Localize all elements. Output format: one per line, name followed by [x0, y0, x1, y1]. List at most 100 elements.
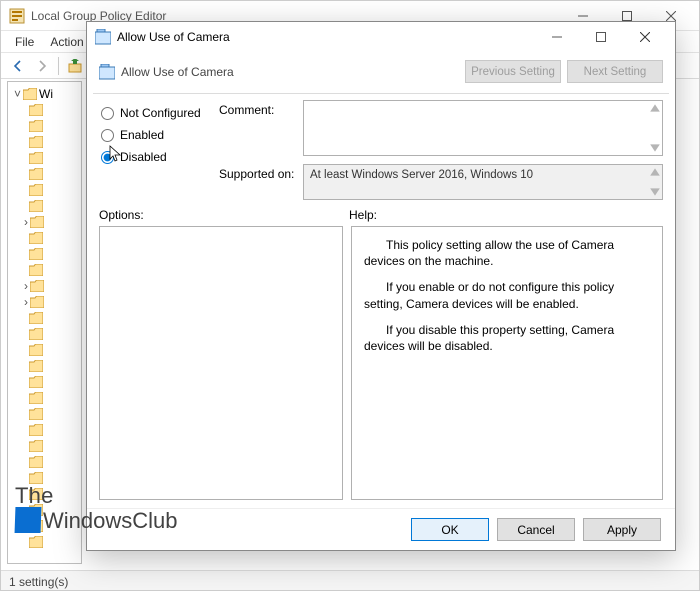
folder-icon: [29, 456, 43, 468]
scroll-up-icon[interactable]: [649, 166, 661, 178]
tree-folder-row[interactable]: [24, 246, 81, 262]
folder-icon: [29, 264, 43, 276]
policy-dialog: Allow Use of Camera Allow Use of Camera …: [86, 21, 676, 551]
gpe-status-text: 1 setting(s): [9, 575, 68, 589]
tree-folder-row[interactable]: [24, 358, 81, 374]
dialog-app-icon: [95, 29, 111, 45]
radio-not-configured-input[interactable]: [101, 107, 114, 120]
tree-folder-row[interactable]: [24, 118, 81, 134]
scroll-up-icon[interactable]: [649, 102, 661, 114]
folder-icon: [29, 152, 43, 164]
tree-folder-row[interactable]: [24, 262, 81, 278]
radio-group: Not Configured Enabled Disabled: [99, 100, 219, 200]
comment-textbox[interactable]: [303, 100, 663, 156]
tree-folder-row[interactable]: ›: [24, 294, 81, 310]
tree-folder-row[interactable]: [24, 502, 81, 518]
folder-icon: [29, 232, 43, 244]
dialog-window-title: Allow Use of Camera: [117, 30, 535, 44]
tree-root-label: Wi: [39, 87, 53, 101]
dialog-button-bar: OK Cancel Apply: [87, 508, 675, 550]
tree-folder-row[interactable]: [24, 422, 81, 438]
tree-folder-row[interactable]: [24, 390, 81, 406]
folder-icon: [29, 136, 43, 148]
tree-folder-row[interactable]: [24, 150, 81, 166]
help-pane: This policy setting allow the use of Cam…: [351, 226, 663, 500]
gpe-tree-panel[interactable]: ˅ Wi › › ›: [7, 81, 82, 564]
next-setting-button[interactable]: Next Setting: [567, 60, 663, 83]
tree-folder-row[interactable]: [24, 374, 81, 390]
radio-not-configured[interactable]: Not Configured: [99, 102, 219, 124]
toolbar-up-icon[interactable]: [64, 55, 86, 77]
radio-enabled-input[interactable]: [101, 129, 114, 142]
gpe-menu-action[interactable]: Action: [42, 34, 91, 50]
comment-scrollbar[interactable]: [648, 101, 662, 155]
pane-headers: Options: Help:: [87, 200, 675, 226]
folder-icon: [30, 296, 44, 308]
folder-icon: [29, 488, 43, 500]
tree-folder-row[interactable]: [24, 518, 81, 534]
cancel-button[interactable]: Cancel: [497, 518, 575, 541]
radio-disabled[interactable]: Disabled: [99, 146, 219, 168]
tree-caret-icon[interactable]: ˅: [14, 87, 21, 101]
gpe-menu-file[interactable]: File: [7, 34, 42, 50]
help-label: Help:: [349, 208, 377, 222]
dialog-minimize-button[interactable]: [535, 23, 579, 51]
apply-button[interactable]: Apply: [583, 518, 661, 541]
folder-icon: [29, 392, 43, 404]
panes-row: This policy setting allow the use of Cam…: [87, 226, 675, 508]
tree-folder-row[interactable]: [24, 326, 81, 342]
supported-scrollbar[interactable]: [648, 165, 662, 199]
folder-icon: [29, 520, 43, 532]
tree-folder-row[interactable]: [24, 166, 81, 182]
dialog-close-button[interactable]: [623, 23, 667, 51]
dialog-heading-row: Allow Use of Camera Previous Setting Nex…: [87, 52, 675, 93]
folder-icon: [30, 280, 44, 292]
scroll-down-icon[interactable]: [649, 186, 661, 198]
tree-folder-row[interactable]: [24, 182, 81, 198]
tree-folder-row[interactable]: ›: [24, 278, 81, 294]
options-label: Options:: [99, 208, 349, 222]
radio-enabled[interactable]: Enabled: [99, 124, 219, 146]
tree-caret-icon[interactable]: ›: [24, 295, 28, 309]
options-pane: [99, 226, 343, 500]
toolbar-forward-icon[interactable]: [31, 55, 53, 77]
help-paragraph-1: This policy setting allow the use of Cam…: [364, 237, 650, 269]
ok-button[interactable]: OK: [411, 518, 489, 541]
folder-icon: [29, 200, 43, 212]
folder-icon: [23, 88, 37, 100]
tree-folder-row[interactable]: [24, 534, 81, 550]
config-area: Not Configured Enabled Disabled Comment:: [87, 100, 675, 200]
folder-icon: [29, 376, 43, 388]
tree-folder-row[interactable]: [24, 230, 81, 246]
tree-folder-row[interactable]: [24, 134, 81, 150]
toolbar-back-icon[interactable]: [7, 55, 29, 77]
help-paragraph-3: If you disable this property setting, Ca…: [364, 322, 650, 354]
folder-icon: [29, 312, 43, 324]
tree-folder-row[interactable]: [24, 310, 81, 326]
folder-icon: [29, 504, 43, 516]
folder-icon: [29, 168, 43, 180]
tree-folder-row[interactable]: [24, 470, 81, 486]
tree-caret-icon[interactable]: ›: [24, 279, 28, 293]
scroll-down-icon[interactable]: [649, 142, 661, 154]
tree-folder-row[interactable]: [24, 438, 81, 454]
dialog-heading-icon: [99, 64, 115, 80]
previous-setting-button[interactable]: Previous Setting: [465, 60, 561, 83]
radio-disabled-input[interactable]: [101, 151, 114, 164]
tree-folder-row[interactable]: [24, 342, 81, 358]
tree-folder-row[interactable]: ›: [24, 214, 81, 230]
supported-on-box: At least Windows Server 2016, Windows 10: [303, 164, 663, 200]
folder-icon: [29, 248, 43, 260]
folder-icon: [29, 472, 43, 484]
tree-folder-row[interactable]: [24, 198, 81, 214]
tree-folder-row[interactable]: [24, 406, 81, 422]
tree-folder-row[interactable]: [24, 102, 81, 118]
gpe-statusbar: 1 setting(s): [1, 570, 700, 591]
dialog-maximize-button[interactable]: [579, 23, 623, 51]
tree-folder-row[interactable]: [24, 486, 81, 502]
tree-caret-icon[interactable]: ›: [24, 215, 28, 229]
gpe-app-icon: [9, 8, 25, 24]
tree-folder-row[interactable]: [24, 454, 81, 470]
folder-icon: [29, 120, 43, 132]
folder-icon: [29, 360, 43, 372]
